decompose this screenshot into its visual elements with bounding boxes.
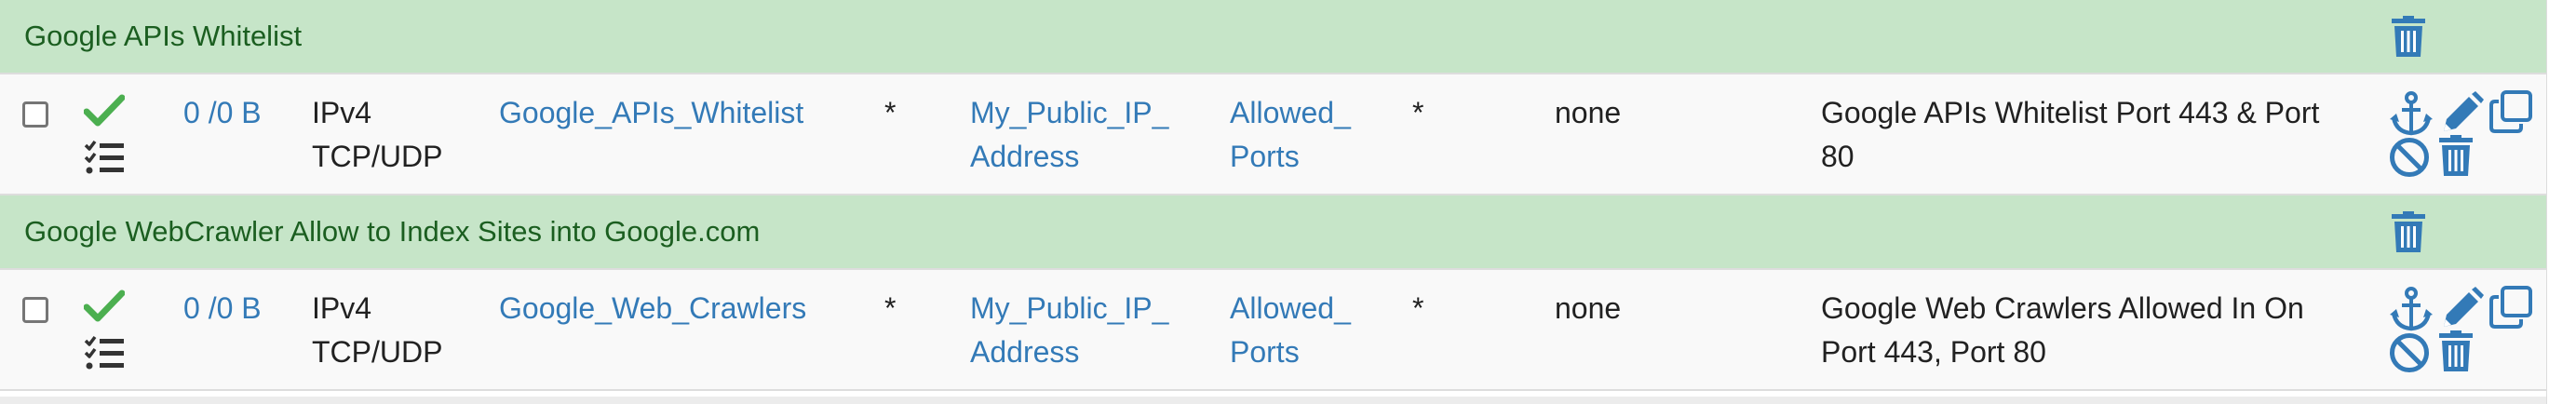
separator-title: Google APIs Whitelist xyxy=(24,20,303,52)
separator-row: Google APIs Whitelist xyxy=(0,0,2546,74)
ban-icon[interactable] xyxy=(2389,137,2430,178)
destination-port-link[interactable]: Allowed_ xyxy=(1230,91,1351,135)
destination-port-link-cont[interactable]: Ports xyxy=(1230,330,1300,374)
copy-icon[interactable] xyxy=(2489,286,2532,329)
separator-title: Google WebCrawler Allow to Index Sites i… xyxy=(24,215,761,248)
description: Google Web Crawlers Allowed In On xyxy=(1821,291,2304,325)
copy-icon[interactable] xyxy=(2489,90,2532,133)
description: Google APIs Whitelist Port 443 & Port xyxy=(1821,96,2320,129)
anchor-icon[interactable] xyxy=(2389,91,2434,136)
description-cont: Port 443, Port 80 xyxy=(1821,335,2046,369)
tasks-icon[interactable] xyxy=(84,335,125,370)
protocol-transport: TCP/UDP xyxy=(312,140,443,173)
protocol-ip: IPv4 xyxy=(312,291,372,325)
check-icon[interactable] xyxy=(84,94,125,128)
description-cont: 80 xyxy=(1821,140,1854,173)
row-select-checkbox[interactable] xyxy=(22,101,48,128)
destination-link-cont[interactable]: Address xyxy=(970,330,1079,374)
protocol-transport: TCP/UDP xyxy=(312,335,443,369)
destination-link-cont[interactable]: Address xyxy=(970,135,1079,179)
destination-port-link[interactable]: Allowed_ xyxy=(1230,287,1351,330)
source-port: * xyxy=(884,291,897,325)
row-select-checkbox[interactable] xyxy=(22,297,48,323)
pencil-icon[interactable] xyxy=(2441,91,2484,134)
anchor-icon[interactable] xyxy=(2389,287,2434,331)
states-link[interactable]: 0 /0 B xyxy=(183,287,262,330)
trash-icon[interactable] xyxy=(2437,330,2475,371)
tasks-icon[interactable] xyxy=(84,140,125,175)
trash-icon[interactable] xyxy=(2390,211,2427,252)
queue: none xyxy=(1555,96,1622,129)
source-port: * xyxy=(884,96,897,129)
gateway: * xyxy=(1412,291,1424,325)
trash-icon[interactable] xyxy=(2437,135,2475,176)
pencil-icon[interactable] xyxy=(2441,287,2484,330)
trash-icon[interactable] xyxy=(2390,16,2427,57)
table-row: 0 /0 B IPv4 TCP/UDP Google_Web_Crawlers … xyxy=(0,270,2546,391)
table-bottom-edge xyxy=(0,397,2546,404)
protocol-ip: IPv4 xyxy=(312,96,372,129)
firewall-rules-table: Google APIs Whitelist 0 /0 B IPv4 TCP/UD… xyxy=(0,0,2547,404)
source-link[interactable]: Google_Web_Crawlers xyxy=(499,287,806,330)
separator-row: Google WebCrawler Allow to Index Sites i… xyxy=(0,195,2546,270)
ban-icon[interactable] xyxy=(2389,332,2430,373)
check-icon[interactable] xyxy=(84,290,125,323)
gateway: * xyxy=(1412,96,1424,129)
table-row: 0 /0 B IPv4 TCP/UDP Google_APIs_Whitelis… xyxy=(0,74,2546,195)
queue: none xyxy=(1555,291,1622,325)
destination-port-link-cont[interactable]: Ports xyxy=(1230,135,1300,179)
destination-link[interactable]: My_Public_IP_ xyxy=(970,287,1168,330)
destination-link[interactable]: My_Public_IP_ xyxy=(970,91,1168,135)
states-link[interactable]: 0 /0 B xyxy=(183,91,262,135)
source-link[interactable]: Google_APIs_Whitelist xyxy=(499,91,803,135)
